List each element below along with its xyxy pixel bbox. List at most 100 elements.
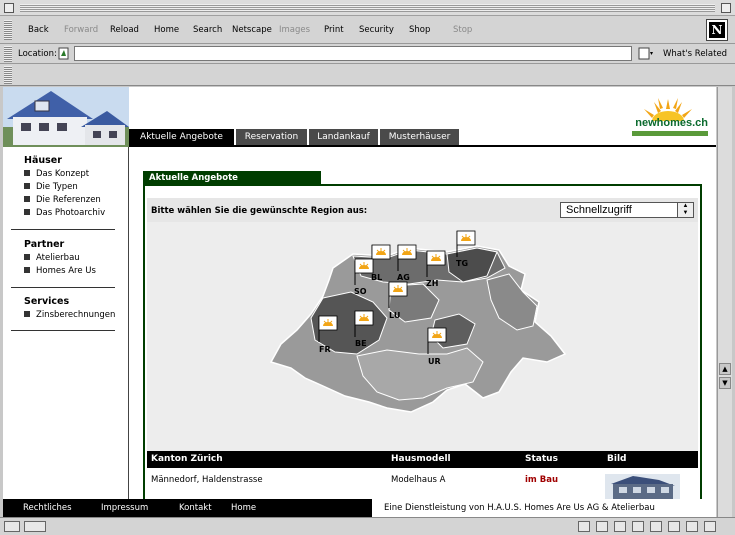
canton-label-ag[interactable]: AG: [397, 273, 410, 282]
sidebar-item-atelierbau[interactable]: Atelierbau: [24, 253, 80, 263]
header-model: Hausmodell: [391, 454, 451, 464]
sidebar: Häuser Das Konzept Die Typen Die Referen…: [3, 147, 129, 499]
navigator-icon[interactable]: [578, 521, 590, 532]
site-footer: Rechtliches Impressum Kontakt Home Eine …: [3, 499, 716, 517]
sidebar-item-die-referenzen[interactable]: Die Referenzen: [24, 195, 101, 205]
window-title-bar[interactable]: [0, 0, 735, 16]
canton-label-so[interactable]: SO: [354, 287, 367, 296]
nav-tab-aktuelle-angebote[interactable]: Aktuelle Angebote: [129, 129, 235, 145]
newhomes-logo[interactable]: newhomes.ch: [628, 95, 708, 145]
netscape-button[interactable]: Netscape: [232, 25, 272, 35]
sidebar-item-das-photoarchiv[interactable]: Das Photoarchiv: [24, 208, 105, 218]
sidebar-item-die-typen[interactable]: Die Typen: [24, 182, 78, 192]
bullet-icon: [24, 311, 30, 317]
bullet-icon: [24, 196, 30, 202]
sidebar-divider: [11, 229, 115, 230]
personal-toolbar: [0, 64, 735, 86]
home-button[interactable]: Home: [154, 25, 179, 35]
images-button[interactable]: Images: [279, 25, 310, 35]
row-model: Modelhaus A: [391, 475, 446, 485]
footer-link-home[interactable]: Home: [231, 503, 256, 513]
results-table-header: Kanton Zürich Hausmodell Status Bild: [147, 451, 698, 468]
sidebar-item-label: Das Konzept: [36, 169, 90, 179]
location-url-input[interactable]: [74, 46, 632, 61]
house-thumbnail-image[interactable]: [605, 474, 680, 500]
security-lock-icon[interactable]: [4, 521, 20, 532]
scroll-down-arrow-icon[interactable]: ▼: [719, 377, 731, 389]
vertical-scrollbar[interactable]: ▲ ▼: [717, 87, 732, 517]
back-button[interactable]: Back: [28, 25, 49, 35]
canton-label-zh[interactable]: ZH: [426, 279, 439, 288]
offline-icon[interactable]: [704, 521, 716, 532]
web-page: newhomes.ch Aktuelle Angebote Reservatio…: [3, 87, 716, 517]
table-row[interactable]: Männedorf, Haldenstrasse Modelhaus A im …: [147, 469, 698, 500]
canton-label-fr[interactable]: FR: [319, 345, 331, 354]
stop-button[interactable]: Stop: [453, 25, 472, 35]
page-proxy-icon[interactable]: [58, 47, 70, 60]
composer-icon[interactable]: [632, 521, 644, 532]
logo-tagline-bar: [632, 131, 708, 136]
window-zoom-box[interactable]: [721, 3, 731, 13]
footer-link-kontakt[interactable]: Kontakt: [179, 503, 212, 513]
sidebar-item-label: Zinsberechnungen: [36, 310, 116, 320]
component-bar-icon[interactable]: [24, 521, 46, 532]
switzerland-map[interactable]: BL AG ZH TG SO LU FR BE UR: [147, 222, 698, 452]
region-prompt: Bitte wählen Sie die gewünschte Region a…: [151, 206, 368, 216]
bookmarks-icon[interactable]: [668, 521, 680, 532]
bullet-icon: [24, 170, 30, 176]
bullet-icon: [24, 183, 30, 189]
print-button[interactable]: Print: [324, 25, 344, 35]
navigation-toolbar: Back Forward Reload Home Search Netscape…: [0, 16, 735, 44]
sidebar-item-homes-are-us[interactable]: Homes Are Us: [24, 266, 96, 276]
personalbar-collapse-grip[interactable]: [4, 66, 12, 84]
nav-tab-reservation[interactable]: Reservation: [236, 129, 308, 145]
header-image: Bild: [607, 454, 627, 464]
sidebar-item-label: Das Photoarchiv: [36, 208, 106, 218]
footer-link-rechtliches[interactable]: Rechtliches: [23, 503, 72, 513]
sidebar-item-das-konzept[interactable]: Das Konzept: [24, 169, 89, 179]
canton-label-tg[interactable]: TG: [456, 259, 468, 268]
sidebar-item-zinsberechnungen[interactable]: Zinsberechnungen: [24, 310, 115, 320]
bullet-icon: [24, 209, 30, 215]
canton-label-bl[interactable]: BL: [371, 273, 382, 282]
canton-map-svg[interactable]: BL AG ZH TG SO LU FR BE UR: [147, 222, 698, 452]
row-location[interactable]: Männedorf, Haldenstrasse: [151, 475, 263, 485]
panel-title-tab: Aktuelle Angebote: [143, 171, 321, 185]
canton-label-lu[interactable]: LU: [389, 311, 400, 320]
locationbar-collapse-grip[interactable]: [4, 46, 12, 62]
region-select-bar: Bitte wählen Sie die gewünschte Region a…: [147, 198, 698, 222]
sidebar-divider: [11, 330, 115, 331]
reload-button[interactable]: Reload: [110, 25, 139, 35]
shop-button[interactable]: Shop: [409, 25, 430, 35]
canton-label-be[interactable]: BE: [355, 339, 367, 348]
location-bar: Location: What's Related: [0, 44, 735, 64]
addressbook-icon[interactable]: [650, 521, 662, 532]
location-label: Location:: [18, 49, 57, 59]
whats-related-button[interactable]: What's Related: [663, 49, 727, 59]
quick-access-value: Schnellzugriff: [566, 204, 632, 216]
mail-icon[interactable]: [596, 521, 608, 532]
sidebar-item-label: Die Typen: [36, 182, 78, 192]
canton-label-ur[interactable]: UR: [428, 357, 441, 366]
nav-tab-musterhaeuser[interactable]: Musterhäuser: [380, 129, 460, 145]
history-icon[interactable]: [686, 521, 698, 532]
scroll-up-arrow-icon[interactable]: ▲: [719, 363, 731, 375]
security-button[interactable]: Security: [359, 25, 394, 35]
netscape-logo-icon[interactable]: N: [706, 19, 728, 41]
bullet-icon: [24, 254, 30, 260]
footer-link-impressum[interactable]: Impressum: [101, 503, 148, 513]
nav-divider: [129, 145, 716, 147]
quick-access-select[interactable]: Schnellzugriff ▲ ▼: [560, 202, 694, 218]
select-arrows-icon: ▲ ▼: [677, 203, 693, 217]
offers-panel: Bitte wählen Sie die gewünschte Region a…: [143, 186, 702, 504]
forward-button[interactable]: Forward: [64, 25, 98, 35]
window-close-box[interactable]: [4, 3, 14, 13]
newsgroups-icon[interactable]: [614, 521, 626, 532]
toolbar-collapse-grip[interactable]: [4, 20, 12, 40]
search-button[interactable]: Search: [193, 25, 222, 35]
sidebar-heading-haeuser: Häuser: [24, 155, 62, 166]
nav-tab-landankauf[interactable]: Landankauf: [309, 129, 379, 145]
whats-related-icon[interactable]: [638, 47, 654, 60]
bullet-icon: [24, 267, 30, 273]
row-status-badge: im Bau: [525, 475, 558, 485]
